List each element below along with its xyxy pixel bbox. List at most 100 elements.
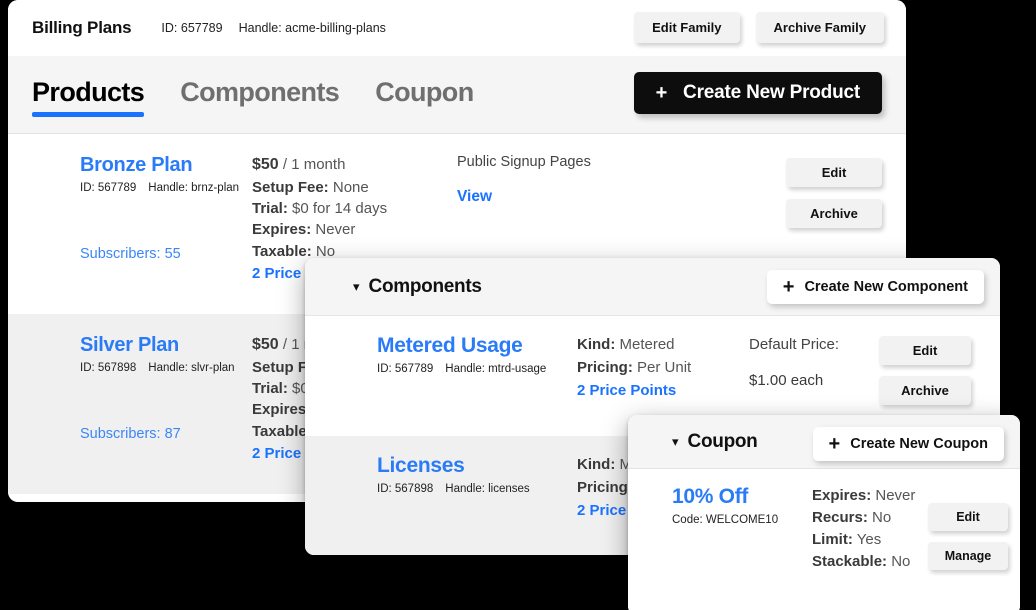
family-handle: Handle: acme-billing-plans — [238, 21, 386, 35]
signup-view-link[interactable]: View — [457, 188, 786, 206]
coupon-code-label: Code: WELCOME10 — [672, 514, 779, 526]
product-actions: Edit Archive — [786, 154, 882, 228]
product-archive-button[interactable]: Archive — [786, 199, 882, 228]
expires-label: Expires: — [252, 221, 312, 239]
product-handle: Handle: slvr-plan — [148, 362, 235, 374]
components-panel-title: Components — [368, 275, 482, 297]
coupon-name-link[interactable]: 10% Off — [672, 485, 748, 509]
coupon-panel: ▾ Coupon + Create New Coupon 10% Off Cod… — [628, 415, 1020, 610]
components-panel-header: ▾ Components + Create New Component — [305, 258, 1000, 316]
create-new-product-label: Create New Product — [683, 82, 860, 103]
tab-components[interactable]: Components — [180, 77, 340, 112]
coupon-recurs-value: No — [872, 509, 892, 527]
taxable-label: Taxable: — [252, 422, 312, 440]
tab-coupon[interactable]: Coupon — [375, 77, 474, 112]
coupon-attributes: Expires: Never Recurs: No Limit: Yes Sta… — [812, 485, 928, 573]
component-actions: Edit Archive — [879, 334, 971, 405]
product-identity: Silver Plan ID: 567898 Handle: slvr-plan… — [32, 334, 252, 442]
trial-label: Trial: — [252, 200, 288, 218]
tab-products[interactable]: Products — [32, 77, 145, 117]
coupon-manage-button[interactable]: Manage — [928, 542, 1008, 570]
chevron-down-icon[interactable]: ▾ — [672, 434, 679, 450]
kind-value: Metered — [619, 336, 675, 353]
page-title: Billing Plans — [32, 18, 132, 37]
setup-fee-label: Setup Fee: — [252, 178, 329, 196]
product-id: ID: 567789 — [80, 182, 137, 194]
component-handle: Handle: licenses — [445, 483, 530, 495]
coupon-stackable-value: No — [891, 553, 911, 571]
family-id: ID: 657789 — [161, 21, 223, 35]
product-subscribers-link[interactable]: Subscribers: 87 — [80, 426, 252, 442]
plus-icon: + — [828, 433, 841, 455]
component-identity: Licenses ID: 567898 Handle: licenses — [377, 454, 577, 495]
pricing-label: Pricing: — [577, 358, 633, 376]
component-name-link[interactable]: Licenses — [377, 454, 465, 478]
product-subscribers-link[interactable]: Subscribers: 55 — [80, 246, 252, 262]
tab-bar: Products Components Coupon + Create New … — [8, 56, 906, 134]
edit-family-button[interactable]: Edit Family — [634, 12, 740, 43]
coupon-limit-label: Limit: — [812, 531, 853, 549]
product-identity: Bronze Plan ID: 567789 Handle: brnz-plan… — [32, 154, 252, 262]
component-identity: Metered Usage ID: 567789 Handle: mtrd-us… — [377, 334, 577, 375]
public-signup-pages: Public Signup Pages View — [457, 154, 786, 206]
kind-label: Kind: — [577, 336, 616, 353]
component-archive-button[interactable]: Archive — [879, 376, 971, 405]
coupon-code: Code: WELCOME10 — [672, 514, 812, 526]
product-period: / 1 month — [282, 156, 346, 173]
trial-value: $0 for 14 days — [292, 200, 388, 218]
coupon-panel-header: ▾ Coupon + Create New Coupon — [628, 415, 1020, 469]
coupon-stackable-label: Stackable: — [812, 553, 888, 571]
trial-label: Trial: — [252, 380, 288, 398]
component-name-link[interactable]: Metered Usage — [377, 334, 523, 358]
create-new-coupon-button[interactable]: + Create New Coupon — [812, 427, 1004, 461]
coupon-identity: 10% Off Code: WELCOME10 — [672, 485, 812, 526]
component-id: ID: 567898 — [377, 483, 434, 495]
coupon-panel-title: Coupon — [687, 430, 758, 452]
setup-fee-value: None — [332, 178, 369, 196]
product-meta: ID: 567789 Handle: brnz-plan — [80, 182, 252, 194]
create-new-component-label: Create New Component — [804, 279, 968, 295]
family-meta: ID: 657789 Handle: acme-billing-plans — [161, 21, 385, 35]
plus-icon: + — [782, 276, 795, 298]
product-handle: Handle: brnz-plan — [148, 182, 240, 194]
component-handle: Handle: mtrd-usage — [445, 363, 547, 375]
product-price: $50 — [252, 156, 279, 173]
taxable-label: Taxable: — [252, 242, 312, 260]
family-actions: Edit Family Archive Family — [634, 12, 884, 43]
product-edit-button[interactable]: Edit — [786, 158, 882, 187]
component-meta: ID: 567898 Handle: licenses — [377, 483, 577, 495]
coupon-row: 10% Off Code: WELCOME10 Expires: Never R… — [628, 469, 1020, 610]
archive-family-button[interactable]: Archive Family — [755, 12, 884, 43]
pricing-label: Pricing: — [577, 478, 633, 496]
create-new-coupon-label: Create New Coupon — [850, 436, 988, 452]
product-meta: ID: 567898 Handle: slvr-plan — [80, 362, 252, 374]
component-meta: ID: 567789 Handle: mtrd-usage — [377, 363, 577, 375]
expires-value: Never — [315, 221, 356, 239]
component-id: ID: 567789 — [377, 363, 434, 375]
kind-label: Kind: — [577, 456, 616, 473]
coupon-expires-label: Expires: — [812, 487, 872, 504]
expires-label: Expires: — [252, 401, 312, 419]
signup-heading: Public Signup Pages — [457, 154, 591, 170]
component-price-points-link[interactable]: 2 Price Points — [577, 380, 676, 403]
component-edit-button[interactable]: Edit — [879, 336, 971, 365]
coupon-edit-button[interactable]: Edit — [928, 503, 1008, 531]
product-id: ID: 567898 — [80, 362, 137, 374]
family-header: Billing Plans ID: 657789 Handle: acme-bi… — [8, 0, 906, 56]
screen-root: Billing Plans ID: 657789 Handle: acme-bi… — [0, 0, 1036, 610]
product-price: $50 — [252, 336, 279, 353]
coupon-recurs-label: Recurs: — [812, 509, 868, 527]
product-name-link[interactable]: Bronze Plan — [80, 154, 193, 177]
component-attributes: Kind: Metered Pricing: Per Unit 2 Price … — [577, 334, 749, 403]
default-price-value: $1.00 each — [749, 371, 824, 389]
plus-icon: + — [655, 82, 668, 104]
chevron-down-icon[interactable]: ▾ — [353, 279, 360, 295]
coupon-limit-value: Yes — [856, 531, 882, 549]
component-default-price: Default Price: $1.00 each — [749, 334, 879, 392]
product-name-link[interactable]: Silver Plan — [80, 334, 179, 357]
create-new-component-button[interactable]: + Create New Component — [766, 270, 984, 304]
default-price-label: Default Price: — [749, 336, 840, 353]
coupon-expires-value: Never — [875, 487, 916, 504]
pricing-value: Per Unit — [637, 358, 692, 376]
create-new-product-button[interactable]: + Create New Product — [633, 72, 882, 114]
